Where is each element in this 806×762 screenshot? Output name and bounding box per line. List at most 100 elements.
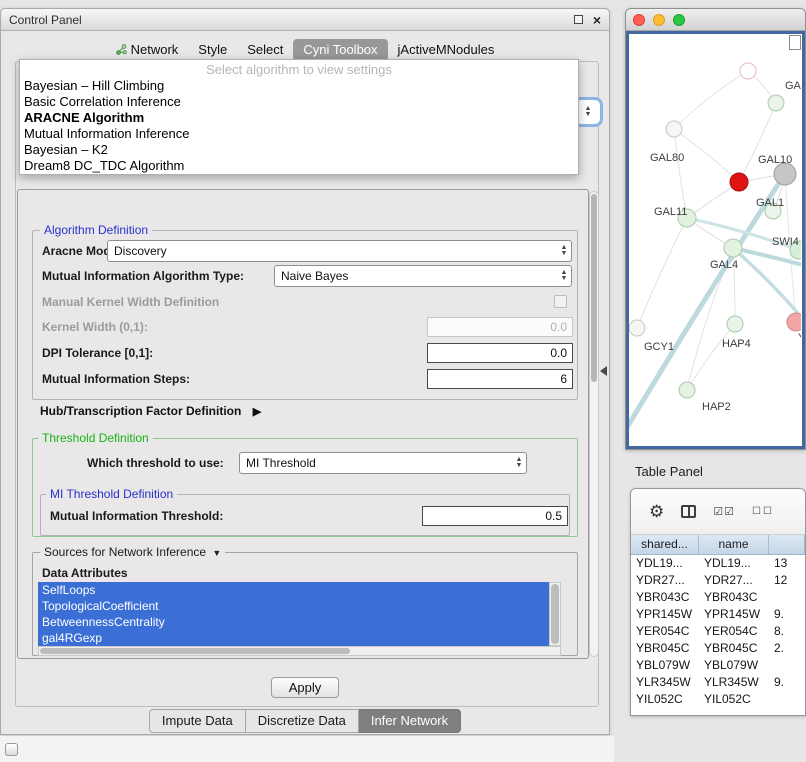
manual-kernel-width-checkbox[interactable] bbox=[554, 295, 567, 308]
float-window-icon[interactable] bbox=[574, 15, 583, 24]
network-edge[interactable] bbox=[687, 324, 735, 390]
table-row[interactable]: YBR043CYBR043C bbox=[631, 589, 805, 606]
table-row[interactable]: YPR145WYPR145W9. bbox=[631, 606, 805, 623]
table-cell: YBR045C bbox=[631, 640, 699, 657]
network-node[interactable] bbox=[629, 320, 645, 336]
algorithm-menu-item[interactable]: Bayesian – K2 bbox=[20, 142, 578, 158]
bottom-tab-infer-network[interactable]: Infer Network bbox=[359, 709, 461, 733]
select-all-checkboxes-icon[interactable]: ☑☑ bbox=[713, 505, 735, 518]
sources-expander[interactable]: Sources for Network Inference ▼ bbox=[40, 545, 225, 559]
dpi-tolerance-field[interactable]: 0.0 bbox=[427, 343, 573, 363]
attribute-list-item[interactable]: BetweennessCentrality bbox=[38, 614, 549, 630]
zoom-traffic-light[interactable] bbox=[673, 14, 685, 26]
tab-select[interactable]: Select bbox=[237, 39, 293, 61]
combo-arrows-icon: ▲ ▼ bbox=[557, 245, 571, 257]
tab-network[interactable]: Network bbox=[106, 39, 189, 61]
scrollbar-thumb[interactable] bbox=[551, 584, 559, 644]
which-threshold-label: Which threshold to use: bbox=[87, 452, 224, 474]
column-header-name[interactable]: name bbox=[699, 535, 769, 554]
mi-steps-field[interactable]: 6 bbox=[427, 369, 573, 389]
network-node[interactable] bbox=[724, 239, 742, 257]
table-cell: YLR345W bbox=[631, 674, 699, 691]
network-edge[interactable] bbox=[739, 103, 776, 182]
mi-threshold-field[interactable]: 0.5 bbox=[422, 506, 568, 526]
scrollbar-thumb[interactable] bbox=[40, 648, 350, 654]
tab-label: Impute Data bbox=[162, 713, 233, 728]
desktop: Control Panel × NetworkStyleSelectCyni T… bbox=[0, 0, 806, 762]
tab-cyni-toolbox[interactable]: Cyni Toolbox bbox=[293, 39, 387, 61]
mi-algorithm-type-select[interactable]: Naive Bayes ▲ ▼ bbox=[274, 265, 572, 287]
attribute-list-item[interactable]: TopologicalCoefficient bbox=[38, 598, 549, 614]
manual-kernel-width-label: Manual Kernel Width Definition bbox=[42, 291, 219, 313]
aracne-mode-value: Discovery bbox=[108, 244, 557, 258]
canvas-corner-box bbox=[789, 35, 801, 50]
algorithm-menu-item[interactable]: ARACNE Algorithm bbox=[20, 110, 578, 126]
tab-label: Cyni Toolbox bbox=[303, 42, 377, 57]
columns-icon[interactable] bbox=[681, 505, 696, 518]
network-edge[interactable] bbox=[674, 71, 748, 129]
deselect-all-checkboxes-icon[interactable]: ☐☐ bbox=[752, 506, 774, 517]
attribute-list-item[interactable]: gal4RGexp bbox=[38, 630, 549, 646]
network-node[interactable] bbox=[740, 63, 756, 79]
attribute-list-item[interactable]: SelfLoops bbox=[38, 582, 549, 598]
column-header-shared-name[interactable]: shared... bbox=[631, 535, 699, 554]
hub-definition-expander[interactable]: Hub/Transcription Factor Definition ▶ bbox=[40, 404, 261, 418]
sources-title: Sources for Network Inference bbox=[44, 545, 206, 559]
attribute-list-vertical-scrollbar[interactable] bbox=[549, 582, 561, 646]
network-node[interactable] bbox=[679, 382, 695, 398]
algorithm-menu-item[interactable]: Basic Correlation Inference bbox=[20, 94, 578, 110]
close-window-icon[interactable]: × bbox=[593, 14, 601, 26]
panel-collapse-arrow-icon[interactable] bbox=[600, 366, 607, 376]
algorithm-menu-item[interactable]: Dream8 DC_TDC Algorithm bbox=[20, 158, 578, 174]
mi-algorithm-type-value: Naive Bayes bbox=[275, 269, 557, 283]
network-node[interactable] bbox=[730, 173, 748, 191]
network-graph[interactable]: GALGAL80GAL10GAL11GAL1SWI4GAL4GCY1HAP4HA… bbox=[629, 34, 801, 446]
table-row[interactable]: YIL052CYIL052C bbox=[631, 691, 805, 708]
scrollbar-thumb[interactable] bbox=[591, 194, 597, 382]
bottom-tab-impute-data[interactable]: Impute Data bbox=[149, 709, 246, 733]
mi-algorithm-type-label: Mutual Information Algorithm Type: bbox=[42, 265, 244, 287]
attribute-list-horizontal-scrollbar[interactable] bbox=[38, 646, 561, 656]
column-header-partial[interactable] bbox=[769, 535, 805, 554]
which-threshold-select[interactable]: MI Threshold ▲ ▼ bbox=[239, 452, 527, 474]
collapsed-panel-icon[interactable] bbox=[5, 743, 18, 756]
network-node[interactable] bbox=[727, 316, 743, 332]
network-node[interactable] bbox=[666, 121, 682, 137]
network-edge[interactable] bbox=[674, 129, 687, 218]
network-node-label: GAL4 bbox=[710, 259, 738, 271]
table-row[interactable]: YDL19...YDL19...13 bbox=[631, 555, 805, 572]
apply-button[interactable]: Apply bbox=[271, 677, 339, 698]
network-edge[interactable] bbox=[637, 218, 687, 328]
table-cell: YIL052C bbox=[699, 691, 769, 708]
table-toolbar: ⚙ ☑☑ ☐☐ bbox=[631, 489, 805, 535]
settings-vertical-scrollbar[interactable] bbox=[589, 191, 599, 657]
network-node[interactable] bbox=[774, 163, 796, 185]
network-edge[interactable] bbox=[629, 174, 785, 434]
network-canvas[interactable]: GALGAL80GAL10GAL11GAL1SWI4GAL4GCY1HAP4HA… bbox=[626, 31, 805, 449]
network-node[interactable] bbox=[787, 313, 801, 331]
table-cell: YBR045C bbox=[699, 640, 769, 657]
bottom-tab-discretize-data[interactable]: Discretize Data bbox=[246, 709, 359, 733]
minimize-traffic-light[interactable] bbox=[653, 14, 665, 26]
table-row[interactable]: YBR045CYBR045C2. bbox=[631, 640, 805, 657]
table-row[interactable]: YLR345WYLR345W9. bbox=[631, 674, 805, 691]
table-row[interactable]: YDR27...YDR27...12 bbox=[631, 572, 805, 589]
algorithm-placeholder: Select algorithm to view settings bbox=[20, 62, 578, 78]
algorithm-menu-item[interactable]: Mutual Information Inference bbox=[20, 126, 578, 142]
tab-label: Select bbox=[247, 42, 283, 57]
network-view-window: GALGAL80GAL10GAL11GAL1SWI4GAL4GCY1HAP4HA… bbox=[625, 8, 806, 450]
expand-down-icon: ▼ bbox=[212, 548, 221, 558]
close-traffic-light[interactable] bbox=[633, 14, 645, 26]
mi-threshold-definition-title: MI Threshold Definition bbox=[46, 487, 177, 501]
table-row[interactable]: YER054CYER054C8. bbox=[631, 623, 805, 640]
aracne-mode-select[interactable]: Discovery ▲ ▼ bbox=[107, 240, 572, 262]
table-cell: YDR27... bbox=[631, 572, 699, 589]
table-panel-window: ⚙ ☑☑ ☐☐ shared... name YDL19...YDL19...1… bbox=[630, 488, 806, 716]
tab-jactivemnodules[interactable]: jActiveMNodules bbox=[388, 39, 505, 61]
network-node[interactable] bbox=[768, 95, 784, 111]
tab-style[interactable]: Style bbox=[188, 39, 237, 61]
gear-icon[interactable]: ⚙ bbox=[649, 502, 664, 522]
algorithm-menu-item[interactable]: Bayesian – Hill Climbing bbox=[20, 78, 578, 94]
network-tab-icon bbox=[116, 44, 127, 55]
table-row[interactable]: YBL079WYBL079W bbox=[631, 657, 805, 674]
